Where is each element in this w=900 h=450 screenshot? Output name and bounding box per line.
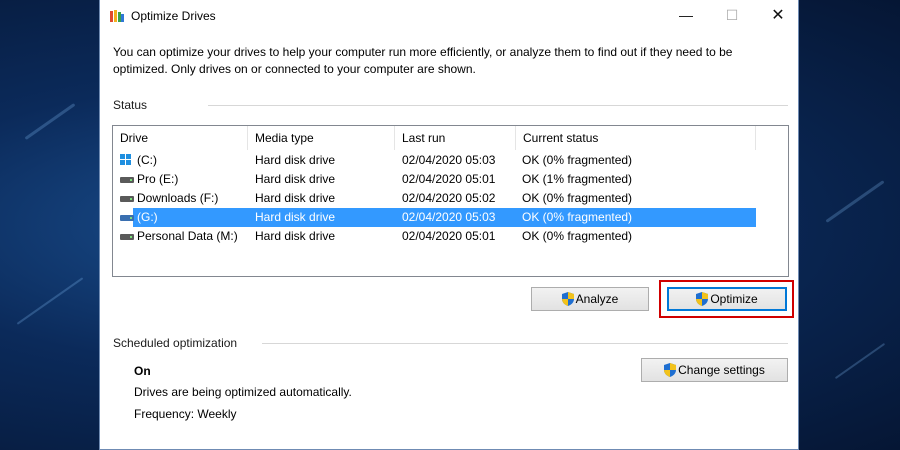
column-header-current-status[interactable]: Current status xyxy=(516,126,756,150)
hard-drive-icon xyxy=(120,174,134,184)
column-header-drive[interactable]: Drive xyxy=(113,126,248,150)
drive-name: (G:) xyxy=(137,210,158,224)
hard-drive-icon xyxy=(120,193,134,203)
current-status: OK (0% fragmented) xyxy=(522,229,633,243)
close-button[interactable]: ✕ xyxy=(755,0,801,32)
drive-name: (C:) xyxy=(137,153,157,167)
windows-drive-icon xyxy=(120,154,132,166)
uac-shield-icon xyxy=(664,363,677,377)
media-type: Hard disk drive xyxy=(255,191,336,205)
drive-row-e[interactable]: Pro (E:) Hard disk drive 02/04/2020 05:0… xyxy=(113,170,756,189)
drives-list[interactable]: Drive Media type Last run Current status… xyxy=(112,125,789,277)
schedule-detail: Drives are being optimized automatically… xyxy=(134,385,352,399)
drive-row-m[interactable]: Personal Data (M:) Hard disk drive 02/04… xyxy=(113,227,756,246)
drive-name: Personal Data (M:) xyxy=(137,229,238,243)
optimize-highlight-box xyxy=(659,280,794,318)
status-divider xyxy=(208,105,788,106)
column-header-media-type[interactable]: Media type xyxy=(248,126,395,150)
analyze-label: Analyze xyxy=(575,292,619,306)
change-settings-button[interactable]: Change settings xyxy=(641,358,788,382)
hard-drive-icon xyxy=(120,231,134,241)
analyze-button[interactable]: Analyze xyxy=(531,287,649,311)
media-type: Hard disk drive xyxy=(255,153,336,167)
last-run: 02/04/2020 05:01 xyxy=(402,229,496,243)
last-run: 02/04/2020 05:03 xyxy=(402,153,496,167)
change-settings-label: Change settings xyxy=(678,363,765,377)
optimize-drives-app-icon xyxy=(110,10,124,22)
maximize-button[interactable]: ☐ xyxy=(709,0,755,32)
media-type: Hard disk drive xyxy=(255,210,336,224)
media-type: Hard disk drive xyxy=(255,229,336,243)
optimize-drives-window: Optimize Drives — ☐ ✕ You can optimize y… xyxy=(99,0,799,450)
drive-row-g[interactable]: (G:) Hard disk drive 02/04/2020 05:03 OK… xyxy=(113,208,756,227)
schedule-frequency: Frequency: Weekly xyxy=(134,407,237,421)
current-status: OK (0% fragmented) xyxy=(522,210,633,224)
scheduled-section-title: Scheduled optimization xyxy=(113,336,238,350)
schedule-state: On xyxy=(134,364,151,378)
scheduled-divider xyxy=(262,343,788,344)
description-text: You can optimize your drives to help you… xyxy=(113,45,733,76)
status-section-title: Status xyxy=(113,98,148,112)
drive-name: Downloads (F:) xyxy=(137,191,219,205)
current-status: OK (0% fragmented) xyxy=(522,191,633,205)
current-status: OK (0% fragmented) xyxy=(522,153,633,167)
last-run: 02/04/2020 05:02 xyxy=(402,191,496,205)
window-title: Optimize Drives xyxy=(131,9,216,23)
hard-drive-icon xyxy=(120,212,134,222)
last-run: 02/04/2020 05:03 xyxy=(402,210,496,224)
title-bar[interactable]: Optimize Drives — ☐ ✕ xyxy=(100,0,798,32)
column-header-last-run[interactable]: Last run xyxy=(395,126,516,150)
drive-row-f[interactable]: Downloads (F:) Hard disk drive 02/04/202… xyxy=(113,189,756,208)
media-type: Hard disk drive xyxy=(255,172,336,186)
drive-row-c[interactable]: (C:) Hard disk drive 02/04/2020 05:03 OK… xyxy=(113,151,756,170)
last-run: 02/04/2020 05:01 xyxy=(402,172,496,186)
current-status: OK (1% fragmented) xyxy=(522,172,633,186)
minimize-button[interactable]: — xyxy=(663,0,709,32)
uac-shield-icon xyxy=(561,292,574,306)
drive-name: Pro (E:) xyxy=(137,172,179,186)
